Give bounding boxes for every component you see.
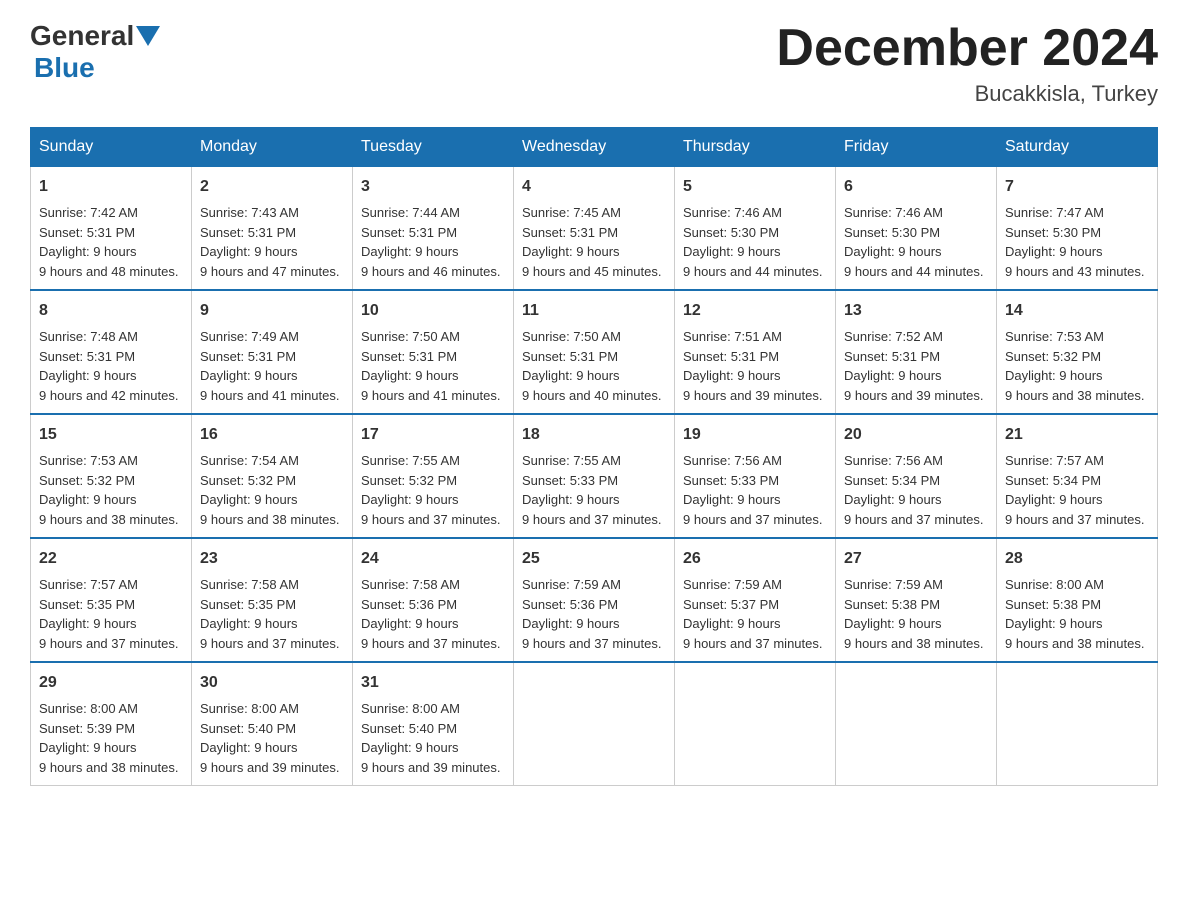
calendar-week-row: 29Sunrise: 8:00 AMSunset: 5:39 PMDayligh… bbox=[31, 662, 1158, 786]
calendar-cell: 22Sunrise: 7:57 AMSunset: 5:35 PMDayligh… bbox=[31, 538, 192, 662]
calendar-week-row: 15Sunrise: 7:53 AMSunset: 5:32 PMDayligh… bbox=[31, 414, 1158, 538]
calendar-cell: 31Sunrise: 8:00 AMSunset: 5:40 PMDayligh… bbox=[353, 662, 514, 786]
calendar-cell: 11Sunrise: 7:50 AMSunset: 5:31 PMDayligh… bbox=[514, 290, 675, 414]
calendar-header-row: SundayMondayTuesdayWednesdayThursdayFrid… bbox=[31, 128, 1158, 167]
column-header-wednesday: Wednesday bbox=[514, 128, 675, 167]
day-number: 23 bbox=[200, 547, 344, 571]
day-number: 31 bbox=[361, 671, 505, 695]
calendar-cell: 28Sunrise: 8:00 AMSunset: 5:38 PMDayligh… bbox=[997, 538, 1158, 662]
calendar-cell: 15Sunrise: 7:53 AMSunset: 5:32 PMDayligh… bbox=[31, 414, 192, 538]
calendar-cell bbox=[997, 662, 1158, 786]
day-number: 10 bbox=[361, 299, 505, 323]
calendar-cell: 8Sunrise: 7:48 AMSunset: 5:31 PMDaylight… bbox=[31, 290, 192, 414]
month-title: December 2024 bbox=[776, 20, 1158, 77]
calendar-week-row: 22Sunrise: 7:57 AMSunset: 5:35 PMDayligh… bbox=[31, 538, 1158, 662]
day-number: 16 bbox=[200, 423, 344, 447]
day-number: 30 bbox=[200, 671, 344, 695]
logo-blue-text: Blue bbox=[34, 52, 95, 83]
calendar-cell: 4Sunrise: 7:45 AMSunset: 5:31 PMDaylight… bbox=[514, 167, 675, 291]
day-number: 19 bbox=[683, 423, 827, 447]
day-number: 13 bbox=[844, 299, 988, 323]
day-number: 7 bbox=[1005, 175, 1149, 199]
calendar-cell: 21Sunrise: 7:57 AMSunset: 5:34 PMDayligh… bbox=[997, 414, 1158, 538]
calendar-cell: 24Sunrise: 7:58 AMSunset: 5:36 PMDayligh… bbox=[353, 538, 514, 662]
calendar-cell: 20Sunrise: 7:56 AMSunset: 5:34 PMDayligh… bbox=[836, 414, 997, 538]
day-number: 2 bbox=[200, 175, 344, 199]
calendar-cell: 27Sunrise: 7:59 AMSunset: 5:38 PMDayligh… bbox=[836, 538, 997, 662]
calendar-cell: 5Sunrise: 7:46 AMSunset: 5:30 PMDaylight… bbox=[675, 167, 836, 291]
day-number: 14 bbox=[1005, 299, 1149, 323]
calendar-cell: 26Sunrise: 7:59 AMSunset: 5:37 PMDayligh… bbox=[675, 538, 836, 662]
calendar-cell: 23Sunrise: 7:58 AMSunset: 5:35 PMDayligh… bbox=[192, 538, 353, 662]
page-header: General Blue December 2024 Bucakkisla, T… bbox=[30, 20, 1158, 107]
calendar-cell: 18Sunrise: 7:55 AMSunset: 5:33 PMDayligh… bbox=[514, 414, 675, 538]
calendar-cell: 9Sunrise: 7:49 AMSunset: 5:31 PMDaylight… bbox=[192, 290, 353, 414]
calendar-cell: 25Sunrise: 7:59 AMSunset: 5:36 PMDayligh… bbox=[514, 538, 675, 662]
day-number: 25 bbox=[522, 547, 666, 571]
day-number: 21 bbox=[1005, 423, 1149, 447]
day-number: 20 bbox=[844, 423, 988, 447]
calendar-cell: 13Sunrise: 7:52 AMSunset: 5:31 PMDayligh… bbox=[836, 290, 997, 414]
calendar-cell: 2Sunrise: 7:43 AMSunset: 5:31 PMDaylight… bbox=[192, 167, 353, 291]
calendar-cell: 17Sunrise: 7:55 AMSunset: 5:32 PMDayligh… bbox=[353, 414, 514, 538]
calendar-cell: 6Sunrise: 7:46 AMSunset: 5:30 PMDaylight… bbox=[836, 167, 997, 291]
calendar-week-row: 8Sunrise: 7:48 AMSunset: 5:31 PMDaylight… bbox=[31, 290, 1158, 414]
day-number: 22 bbox=[39, 547, 183, 571]
day-number: 26 bbox=[683, 547, 827, 571]
calendar-cell: 14Sunrise: 7:53 AMSunset: 5:32 PMDayligh… bbox=[997, 290, 1158, 414]
calendar-cell bbox=[675, 662, 836, 786]
calendar-week-row: 1Sunrise: 7:42 AMSunset: 5:31 PMDaylight… bbox=[31, 167, 1158, 291]
day-number: 29 bbox=[39, 671, 183, 695]
calendar-cell: 7Sunrise: 7:47 AMSunset: 5:30 PMDaylight… bbox=[997, 167, 1158, 291]
column-header-friday: Friday bbox=[836, 128, 997, 167]
day-number: 12 bbox=[683, 299, 827, 323]
logo-triangle-icon bbox=[136, 26, 160, 46]
calendar-cell: 29Sunrise: 8:00 AMSunset: 5:39 PMDayligh… bbox=[31, 662, 192, 786]
logo-general-text: General bbox=[30, 20, 134, 52]
calendar-cell bbox=[514, 662, 675, 786]
calendar-cell: 3Sunrise: 7:44 AMSunset: 5:31 PMDaylight… bbox=[353, 167, 514, 291]
calendar-cell: 19Sunrise: 7:56 AMSunset: 5:33 PMDayligh… bbox=[675, 414, 836, 538]
day-number: 24 bbox=[361, 547, 505, 571]
day-number: 9 bbox=[200, 299, 344, 323]
day-number: 6 bbox=[844, 175, 988, 199]
column-header-monday: Monday bbox=[192, 128, 353, 167]
logo: General Blue bbox=[30, 20, 162, 84]
day-number: 28 bbox=[1005, 547, 1149, 571]
day-number: 15 bbox=[39, 423, 183, 447]
calendar-table: SundayMondayTuesdayWednesdayThursdayFrid… bbox=[30, 127, 1158, 786]
calendar-cell: 1Sunrise: 7:42 AMSunset: 5:31 PMDaylight… bbox=[31, 167, 192, 291]
day-number: 18 bbox=[522, 423, 666, 447]
column-header-tuesday: Tuesday bbox=[353, 128, 514, 167]
column-header-sunday: Sunday bbox=[31, 128, 192, 167]
day-number: 27 bbox=[844, 547, 988, 571]
title-section: December 2024 Bucakkisla, Turkey bbox=[776, 20, 1158, 107]
day-number: 4 bbox=[522, 175, 666, 199]
day-number: 8 bbox=[39, 299, 183, 323]
column-header-thursday: Thursday bbox=[675, 128, 836, 167]
location: Bucakkisla, Turkey bbox=[776, 81, 1158, 107]
calendar-cell: 10Sunrise: 7:50 AMSunset: 5:31 PMDayligh… bbox=[353, 290, 514, 414]
day-number: 11 bbox=[522, 299, 666, 323]
calendar-cell bbox=[836, 662, 997, 786]
calendar-cell: 30Sunrise: 8:00 AMSunset: 5:40 PMDayligh… bbox=[192, 662, 353, 786]
day-number: 1 bbox=[39, 175, 183, 199]
day-number: 5 bbox=[683, 175, 827, 199]
column-header-saturday: Saturday bbox=[997, 128, 1158, 167]
calendar-cell: 12Sunrise: 7:51 AMSunset: 5:31 PMDayligh… bbox=[675, 290, 836, 414]
calendar-cell: 16Sunrise: 7:54 AMSunset: 5:32 PMDayligh… bbox=[192, 414, 353, 538]
day-number: 17 bbox=[361, 423, 505, 447]
day-number: 3 bbox=[361, 175, 505, 199]
